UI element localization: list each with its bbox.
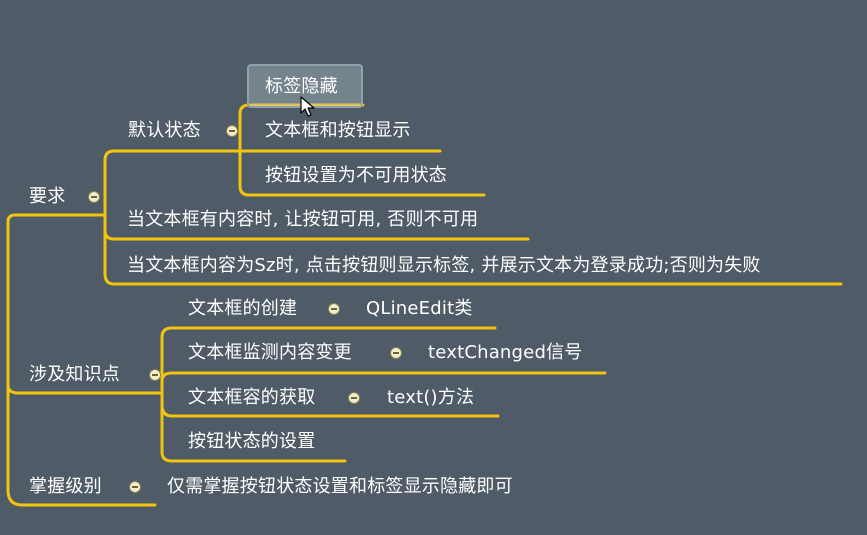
mouse-cursor-icon [300,96,315,117]
node-knowledge-item[interactable]: 文本框监测内容变更 [188,342,352,364]
collapse-toggle-icon[interactable] [149,369,161,381]
node-requirements[interactable]: 要求 [29,186,65,208]
node-knowledge-item[interactable]: 文本框容的获取 [188,387,315,409]
node-mastery[interactable]: 掌握级别 [29,476,102,498]
node-mastery-detail[interactable]: 仅需掌握按钮状态设置和标签显示隐藏即可 [167,476,513,498]
node-knowledge-item[interactable]: 文本框的创建 [188,298,297,320]
node-knowledge-detail[interactable]: QLineEdit类 [366,298,473,320]
node-rule-2[interactable]: 当文本框内容为Sz时, 点击按钮则显示标签, 并展示文本为登录成功;否则为失败 [127,255,761,277]
collapse-toggle-icon[interactable] [348,392,360,404]
collapse-toggle-icon[interactable] [390,347,402,359]
collapse-toggle-icon[interactable] [226,125,238,137]
mindmap-canvas: 要求 涉及知识点 掌握级别 默认状态 标签隐藏 文本框和按钮显示 按钮设置为不可… [0,0,867,535]
collapse-toggle-icon[interactable] [328,303,340,315]
node-knowledge-detail[interactable]: text()方法 [387,387,474,409]
node-rule-1[interactable]: 当文本框有内容时, 让按钮可用, 否则不可用 [127,209,478,231]
node-button-disabled[interactable]: 按钮设置为不可用状态 [265,165,447,187]
node-knowledge-detail[interactable]: textChanged信号 [428,342,582,364]
node-default-state[interactable]: 默认状态 [128,120,201,142]
collapse-toggle-icon[interactable] [129,481,141,493]
node-label-hidden[interactable]: 标签隐藏 [265,76,338,98]
node-knowledge-item[interactable]: 按钮状态的设置 [188,431,315,453]
node-textbox-button-visible[interactable]: 文本框和按钮显示 [265,120,411,142]
collapse-toggle-icon[interactable] [88,191,100,203]
node-knowledge[interactable]: 涉及知识点 [29,364,120,386]
